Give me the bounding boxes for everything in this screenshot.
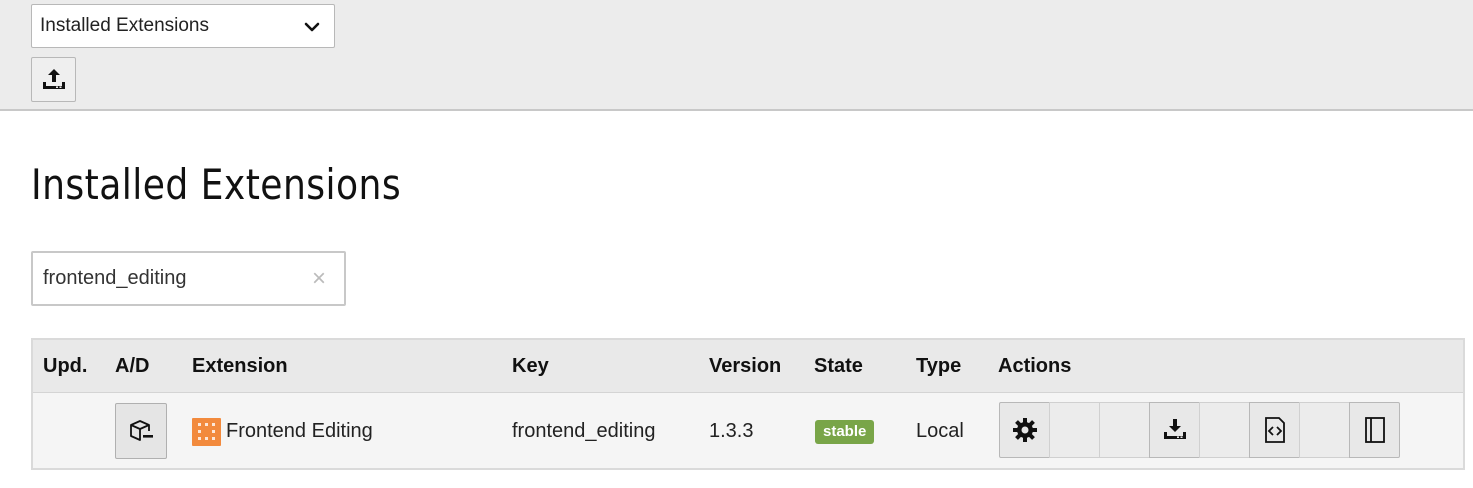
download-icon <box>1163 419 1186 439</box>
extension-title-link[interactable]: Frontend Editing <box>226 420 373 443</box>
extension-type: Local <box>916 420 964 442</box>
upload-extension-button[interactable] <box>31 57 76 102</box>
action-placeholder <box>1299 402 1350 458</box>
deactivate-extension-button[interactable] <box>115 403 167 459</box>
view-code-button[interactable] <box>1249 402 1300 458</box>
search-value: frontend_editing <box>43 267 187 289</box>
download-zip-button[interactable] <box>1149 402 1200 458</box>
column-header-ad[interactable]: A/D <box>115 355 149 378</box>
column-header-extension[interactable]: Extension <box>192 355 288 378</box>
extension-icon <box>192 418 221 446</box>
upload-icon <box>42 68 65 89</box>
module-menu-selected-label: Installed Extensions <box>40 15 209 36</box>
column-header-actions: Actions <box>998 355 1072 377</box>
module-docheader: Installed Extensions <box>0 0 1473 111</box>
column-header-type[interactable]: Type <box>916 355 961 378</box>
extension-search-input[interactable]: frontend_editing × <box>31 251 346 306</box>
extensions-table: Upd. A/D Extension Key Version State Typ… <box>31 338 1465 470</box>
extension-deactivate-icon <box>130 420 153 441</box>
table-row: Frontend Editing frontend_editing 1.3.3 … <box>33 393 1463 470</box>
action-button-group <box>999 402 1400 458</box>
code-file-icon <box>1264 417 1285 443</box>
action-placeholder <box>1199 402 1250 458</box>
documentation-button[interactable] <box>1349 402 1400 458</box>
extension-key: frontend_editing <box>512 420 656 442</box>
column-header-version[interactable]: Version <box>709 355 781 378</box>
extension-version: 1.3.3 <box>709 420 754 442</box>
gear-icon <box>1012 418 1037 442</box>
configure-button[interactable] <box>999 402 1050 458</box>
column-header-key[interactable]: Key <box>512 355 549 378</box>
table-header: Upd. A/D Extension Key Version State Typ… <box>33 340 1463 393</box>
chevron-down-icon <box>304 22 320 32</box>
module-menu-select[interactable]: Installed Extensions <box>31 4 335 48</box>
page-title: Installed Extensions <box>31 160 402 209</box>
column-header-upd[interactable]: Upd. <box>43 355 87 378</box>
action-placeholder <box>1049 402 1100 458</box>
action-placeholder <box>1099 402 1150 458</box>
clear-search-icon[interactable]: × <box>312 267 326 291</box>
state-badge: stable <box>815 420 875 444</box>
column-header-state[interactable]: State <box>814 355 863 378</box>
book-icon <box>1364 417 1385 443</box>
